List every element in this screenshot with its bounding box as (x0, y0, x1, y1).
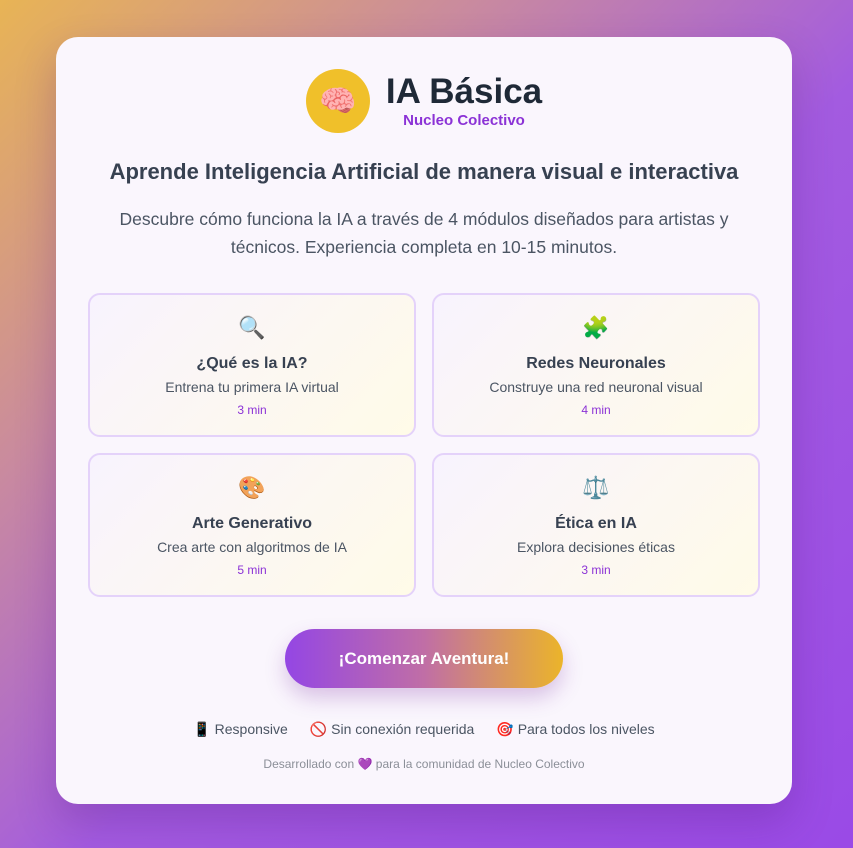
headline: Aprende Inteligencia Artificial de maner… (109, 159, 739, 184)
heart-icon: 💜 (357, 757, 373, 771)
feature-label: Responsive (214, 721, 288, 737)
feature-label: Sin conexión requerida (331, 721, 475, 737)
module-description: Construye una red neuronal visual (489, 379, 703, 395)
welcome-card: 🧠 IA Básica Nucleo Colectivo Aprende Int… (56, 37, 792, 804)
module-description: Explora decisiones éticas (517, 539, 675, 555)
module-title: Arte Generativo (191, 515, 313, 532)
module-card-etica-ia[interactable]: ⚖️ Ética en IA Explora decisiones éticas… (432, 453, 760, 597)
feature-offline: 🚫 Sin conexión requerida (310, 721, 475, 738)
start-adventure-button[interactable]: ¡Comenzar Aventura! (285, 629, 563, 688)
module-duration: 3 min (581, 563, 611, 577)
module-duration: 4 min (581, 403, 611, 417)
palette-icon: 🎨 (238, 475, 266, 500)
footer-suffix: para la comunidad de Nucleo Colectivo (375, 757, 585, 771)
module-title: Ética en IA (555, 515, 637, 532)
title-block: IA Básica Nucleo Colectivo (385, 72, 543, 130)
magnifier-icon: 🔍 (238, 315, 266, 340)
features-row: 📱 Responsive 🚫 Sin conexión requerida 🎯 … (56, 721, 792, 738)
app-title: IA Básica (385, 72, 543, 111)
feature-label: Para todos los niveles (517, 721, 655, 737)
target-icon: 🎯 (496, 721, 514, 737)
scales-icon: ⚖️ (582, 475, 610, 500)
module-duration: 3 min (237, 403, 267, 417)
feature-all-levels: 🎯 Para todos los niveles (496, 721, 654, 738)
module-description: Entrena tu primera IA virtual (165, 379, 339, 395)
module-card-que-es-ia[interactable]: 🔍 ¿Qué es la IA? Entrena tu primera IA v… (88, 293, 416, 437)
puzzle-icon: 🧩 (582, 315, 610, 340)
module-card-arte-generativo[interactable]: 🎨 Arte Generativo Crea arte con algoritm… (88, 453, 416, 597)
feature-responsive: 📱 Responsive (193, 721, 287, 738)
brain-icon: 🧠 (305, 69, 370, 133)
module-title: Redes Neuronales (526, 355, 666, 372)
module-duration: 5 min (237, 563, 267, 577)
mobile-phone-icon: 📱 (193, 721, 211, 737)
module-title: ¿Qué es la IA? (196, 355, 308, 372)
header: 🧠 IA Básica Nucleo Colectivo (56, 69, 792, 133)
module-card-redes-neuronales[interactable]: 🧩 Redes Neuronales Construye una red neu… (432, 293, 760, 437)
footer-prefix: Desarrollado con (263, 757, 355, 771)
description: Descubre cómo funciona la IA a través de… (119, 209, 729, 257)
no-entry-icon: 🚫 (309, 721, 328, 737)
footer: Desarrollado con 💜 para la comunidad de … (56, 757, 792, 771)
module-description: Crea arte con algoritmos de IA (157, 539, 347, 555)
app-subtitle: Nucleo Colectivo (403, 112, 525, 129)
